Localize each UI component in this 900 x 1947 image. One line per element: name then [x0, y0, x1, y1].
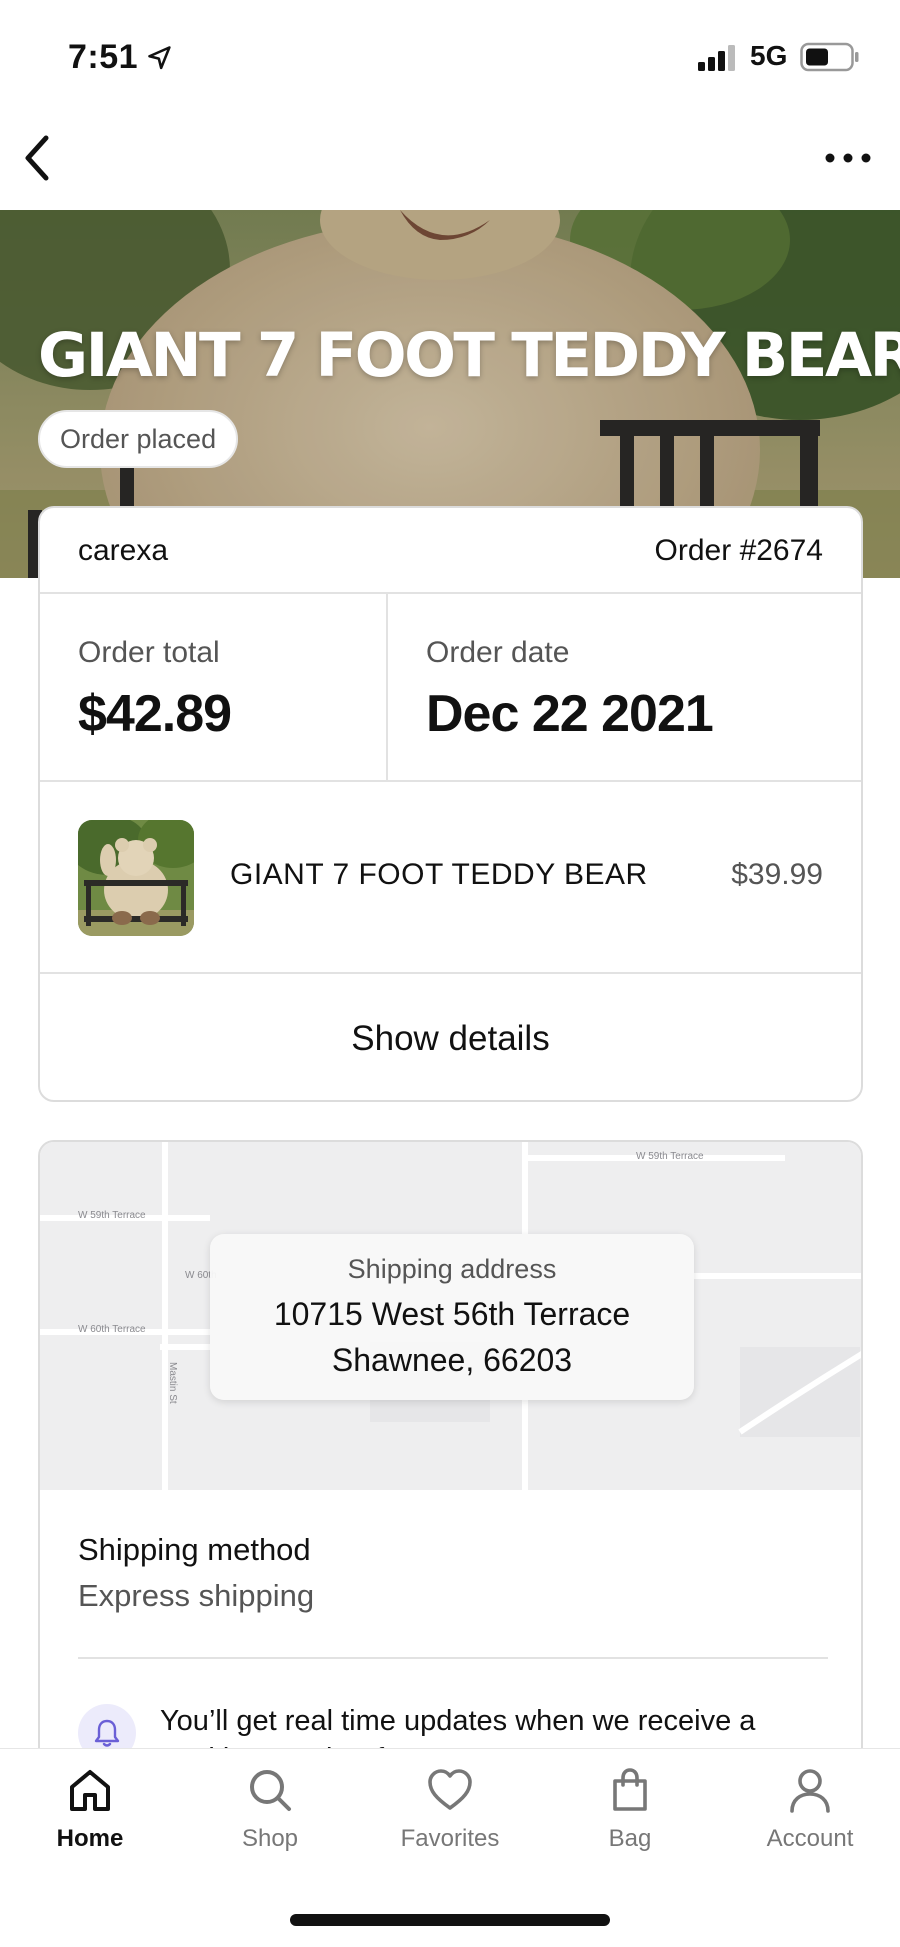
map-street-label: W 59th Terrace	[78, 1210, 146, 1221]
tab-favorites-label: Favorites	[400, 1825, 500, 1852]
order-number: Order #2674	[654, 534, 823, 567]
home-icon	[70, 1770, 110, 1811]
map-street-label: W 59th Terrace	[636, 1151, 704, 1162]
tab-home-label: Home	[56, 1825, 124, 1852]
tab-account[interactable]: Account	[740, 1767, 880, 1877]
tab-favorites[interactable]: Favorites	[380, 1767, 520, 1877]
tab-bag-label: Bag	[608, 1825, 652, 1852]
order-status-badge: Order placed	[38, 410, 239, 468]
tab-shop-label: Shop	[241, 1825, 299, 1852]
order-total-label: Order total	[78, 636, 220, 669]
order-item-row[interactable]: GIANT 7 FOOT TEDDY BEAR $39.99	[40, 782, 861, 974]
order-card-header: carexa Order #2674	[40, 508, 861, 594]
tab-account-label: Account	[766, 1825, 854, 1852]
network-type: 5G	[750, 40, 788, 71]
chevron-left-icon	[25, 135, 49, 181]
order-total-value: $42.89	[78, 685, 232, 743]
person-icon	[790, 1769, 830, 1813]
order-card: carexa Order #2674 Order total $42.89 Or…	[38, 506, 863, 1102]
map-street-label: W 60th Terrace	[78, 1324, 146, 1335]
shipping-address-label: Shipping address	[347, 1254, 557, 1284]
order-date-value: Dec 22 2021	[426, 685, 714, 743]
tab-bag[interactable]: Bag	[560, 1767, 700, 1877]
heart-icon	[428, 1769, 472, 1810]
bag-icon	[613, 1768, 647, 1811]
order-date-label: Order date	[426, 636, 570, 669]
show-details-button[interactable]: Show details	[40, 974, 861, 1100]
item-thumbnail	[78, 820, 194, 936]
shipping-method-value: Express shipping	[78, 1578, 315, 1613]
item-name: GIANT 7 FOOT TEDDY BEAR	[230, 858, 648, 891]
status-bar: 7:51 5G	[0, 0, 900, 115]
shipping-address-box: Shipping address 10715 West 56th Terrace…	[210, 1234, 694, 1400]
stats-divider	[386, 594, 388, 780]
shipping-map[interactable]: W 59th Terrace W 59th Terrace W 60th Ter…	[40, 1142, 861, 1490]
shipping-address-line2: Shawnee, 66203	[331, 1342, 573, 1378]
shop-name[interactable]: carexa	[78, 534, 168, 568]
item-price: $39.99	[731, 858, 823, 891]
status-time: 7:51	[68, 38, 139, 76]
map-street-label: Mastin St	[167, 1362, 178, 1404]
back-button[interactable]	[14, 130, 58, 186]
shipping-divider	[78, 1657, 828, 1659]
battery-icon	[800, 42, 859, 72]
tab-shop[interactable]: Shop	[200, 1767, 340, 1877]
bell-icon	[94, 1719, 120, 1747]
search-icon	[250, 1770, 291, 1811]
order-stats: Order total $42.89 Order date Dec 22 202…	[40, 594, 861, 782]
more-options-button[interactable]	[818, 138, 878, 178]
tab-home[interactable]: Home	[20, 1767, 160, 1877]
signal-icon	[698, 45, 735, 71]
shipping-method-label: Shipping method	[78, 1532, 311, 1567]
home-indicator	[290, 1914, 610, 1926]
more-dots-icon	[825, 153, 871, 163]
hero-title: GIANT 7 FOOT TEDDY BEAR	[38, 320, 900, 391]
shipping-address-line1: 10715 West 56th Terrace	[273, 1296, 631, 1332]
location-arrow-icon	[148, 46, 171, 70]
